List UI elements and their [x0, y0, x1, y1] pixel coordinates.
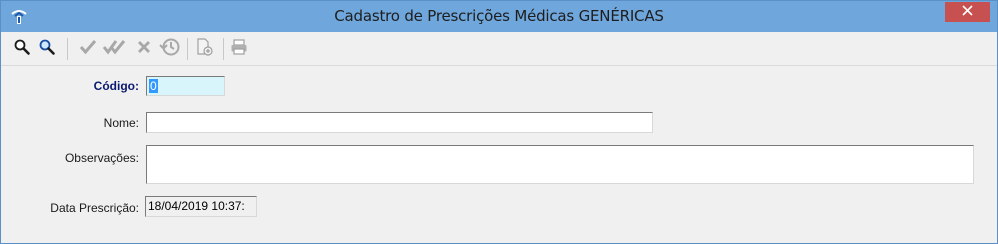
data-prescricao-field[interactable]: 18/04/2019 10:37:: [145, 196, 257, 217]
confirm-button[interactable]: [79, 38, 97, 61]
search-icon: [13, 38, 31, 61]
toolbar-separator: [223, 38, 224, 60]
nome-field[interactable]: [146, 112, 653, 133]
history-button[interactable]: [159, 38, 181, 58]
search-button[interactable]: [13, 38, 31, 61]
history-icon: [159, 37, 181, 62]
toolbar-separator: [187, 38, 188, 60]
confirm-icon: [79, 38, 97, 61]
cancel-button[interactable]: [135, 40, 153, 58]
title-bar[interactable]: Cadastro de Prescrições Médicas GENÉRICA…: [1, 1, 997, 32]
new-document-icon: [195, 37, 213, 61]
codigo-label: Código:: [93, 79, 139, 93]
print-icon: [230, 38, 248, 61]
window-title: Cadastro de Prescrições Médicas GENÉRICA…: [334, 7, 664, 25]
app-window: Cadastro de Prescrições Médicas GENÉRICA…: [0, 0, 998, 244]
close-icon: [962, 3, 973, 21]
new-document-button[interactable]: [195, 37, 213, 61]
toolbar: [1, 32, 997, 66]
codigo-value: 0: [149, 79, 158, 93]
form-panel: Código: 0 Nome: Observações: Data Prescr…: [1, 66, 997, 239]
observacoes-field[interactable]: [146, 145, 974, 184]
toolbar-separator: [67, 38, 68, 60]
nome-label: Nome:: [103, 116, 139, 130]
confirm-all-button[interactable]: [102, 38, 127, 61]
print-button[interactable]: [230, 38, 248, 61]
confirm-all-icon: [102, 38, 127, 61]
cancel-icon: [135, 38, 153, 61]
codigo-field[interactable]: 0: [146, 76, 225, 96]
close-button[interactable]: [945, 2, 990, 22]
data-prescricao-label: Data Prescrição:: [50, 201, 139, 215]
observacoes-label: Observações:: [64, 151, 139, 165]
advanced-search-button[interactable]: [38, 38, 56, 61]
advanced-search-icon: [38, 38, 56, 61]
